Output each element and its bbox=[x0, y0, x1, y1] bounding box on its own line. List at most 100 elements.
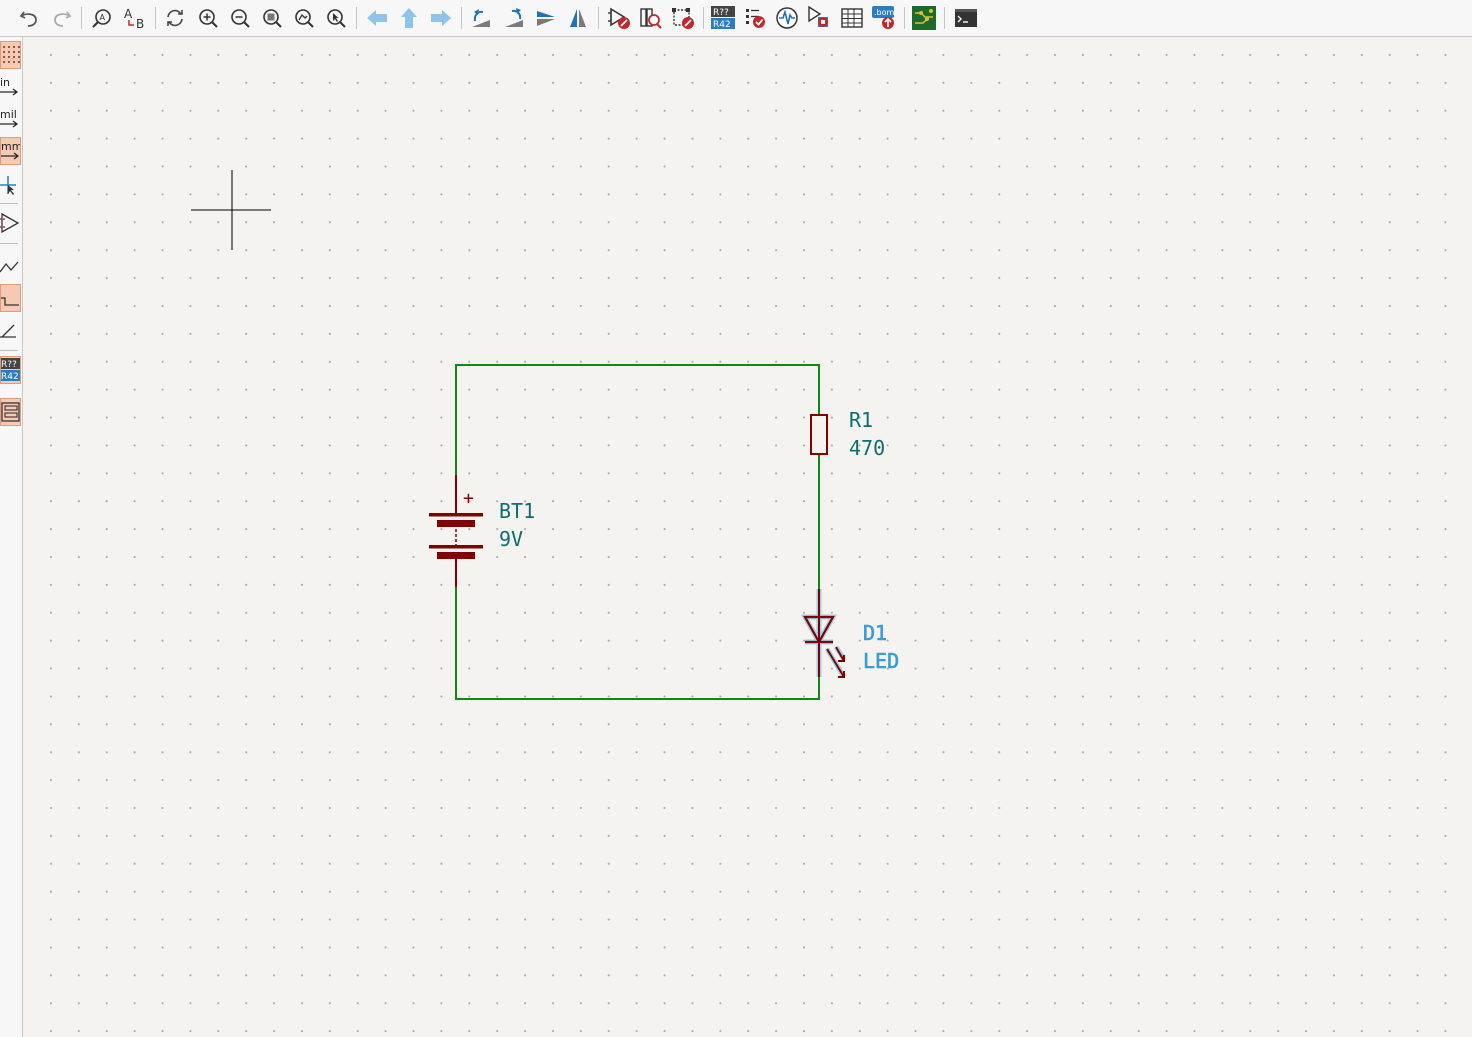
refresh-button[interactable] bbox=[162, 5, 188, 31]
zoom-out-icon bbox=[231, 9, 250, 28]
annotation-toggle-button[interactable]: R?? R42 bbox=[0, 356, 21, 384]
undo-icon bbox=[19, 11, 37, 27]
arrow-left-icon bbox=[367, 10, 387, 26]
zoom-in-button[interactable] bbox=[195, 5, 221, 31]
wire-bottom bbox=[455, 587, 820, 700]
led-reference: D1 bbox=[863, 621, 887, 645]
back-button[interactable] bbox=[364, 5, 390, 31]
redo-icon bbox=[54, 11, 72, 27]
symbol-editor-icon bbox=[608, 7, 630, 29]
svg-text:A: A bbox=[100, 13, 106, 22]
erc-icon bbox=[746, 9, 765, 28]
table-icon bbox=[841, 8, 863, 28]
battery-symbol[interactable]: + BT1 9V bbox=[429, 475, 535, 587]
zoom-selection-button[interactable] bbox=[323, 5, 349, 31]
refresh-icon bbox=[167, 9, 183, 27]
resistor-value: 470 bbox=[849, 436, 885, 460]
polarity-mark: + bbox=[463, 488, 474, 509]
svg-text:R??: R?? bbox=[713, 8, 729, 18]
forty-five-angle-icon bbox=[0, 324, 16, 338]
find-icon: A bbox=[92, 9, 111, 28]
right-angle-icon bbox=[1, 297, 19, 306]
resistor-symbol[interactable]: R1 470 bbox=[810, 408, 885, 460]
svg-text:B: B bbox=[136, 17, 144, 29]
ruler-arrow-icon bbox=[0, 120, 18, 128]
mirror-h-button[interactable] bbox=[565, 5, 591, 31]
annotate-icon: R?? R42 bbox=[711, 6, 735, 30]
battery-value: 9V bbox=[499, 527, 523, 551]
up-button[interactable] bbox=[396, 5, 422, 31]
rotate-cw-button[interactable] bbox=[501, 5, 527, 31]
open-pcb-button[interactable] bbox=[911, 5, 937, 31]
find-button[interactable]: A bbox=[89, 5, 115, 31]
led-symbol[interactable]: D1 LED bbox=[800, 589, 899, 679]
bom-icon: .bom bbox=[872, 6, 895, 29]
find-replace-button[interactable]: AB bbox=[122, 5, 148, 31]
zoom-out-button[interactable] bbox=[227, 5, 253, 31]
simulator-icon bbox=[776, 7, 798, 29]
bom-button[interactable]: .bom bbox=[871, 5, 897, 31]
toggle-grid-button[interactable] bbox=[0, 41, 21, 69]
free-angle-icon bbox=[0, 261, 19, 273]
line-mode-free-button[interactable] bbox=[0, 251, 21, 279]
battery-reference: BT1 bbox=[499, 499, 535, 523]
pcb-icon bbox=[912, 6, 936, 30]
schematic-canvas[interactable]: + BT1 9V R1 470 D1 LED bbox=[24, 37, 1472, 1037]
ruler-arrow-icon bbox=[1, 152, 19, 160]
redo-button[interactable] bbox=[49, 5, 75, 31]
line-mode-90-button[interactable] bbox=[0, 284, 21, 312]
undo-button[interactable] bbox=[16, 5, 42, 31]
forward-button[interactable] bbox=[428, 5, 454, 31]
units-mils-button[interactable]: mil bbox=[0, 105, 21, 133]
cursor-style-button[interactable] bbox=[0, 171, 21, 199]
zoom-objects-button[interactable] bbox=[291, 5, 317, 31]
annotate-button[interactable]: R?? R42 bbox=[710, 5, 736, 31]
console-icon bbox=[955, 9, 977, 27]
hierarchy-icon bbox=[1, 402, 20, 422]
erc-button[interactable] bbox=[742, 5, 768, 31]
rotate-ccw-button[interactable] bbox=[468, 5, 494, 31]
zoom-fit-icon bbox=[263, 9, 282, 28]
hierarchy-panel-button[interactable] bbox=[0, 398, 21, 426]
footprint-editor-icon bbox=[672, 8, 694, 29]
hidden-pins-icon bbox=[0, 212, 20, 234]
line-mode-45-button[interactable] bbox=[0, 316, 21, 344]
simulator-button[interactable] bbox=[774, 5, 800, 31]
assign-footprints-icon bbox=[808, 5, 828, 27]
symbol-browser-button[interactable] bbox=[638, 5, 664, 31]
svg-text:.bom: .bom bbox=[874, 8, 895, 17]
rotate-ccw-icon bbox=[472, 9, 490, 27]
assign-footprints-button[interactable] bbox=[806, 5, 832, 31]
resistor-reference: R1 bbox=[849, 408, 873, 432]
left-toolbar: in mil mm R?? R42 bbox=[0, 37, 23, 1037]
svg-text:R42: R42 bbox=[1, 372, 19, 382]
units-mm-button[interactable]: mm bbox=[0, 137, 21, 165]
arrow-right-icon bbox=[431, 10, 451, 26]
scripting-console-button[interactable] bbox=[953, 5, 979, 31]
symbol-editor-button[interactable] bbox=[606, 5, 632, 31]
symbol-browser-icon bbox=[640, 8, 662, 29]
crosshair-cursor-icon bbox=[0, 176, 16, 195]
svg-text:A: A bbox=[124, 7, 133, 21]
symbol-fields-table-button[interactable] bbox=[839, 5, 865, 31]
svg-text:R42: R42 bbox=[713, 20, 731, 30]
mirror-v-button[interactable] bbox=[533, 5, 559, 31]
zoom-in-icon bbox=[199, 9, 218, 28]
led-value: LED bbox=[863, 649, 899, 673]
find-replace-icon: AB bbox=[124, 7, 144, 29]
footprint-editor-button[interactable] bbox=[670, 5, 696, 31]
annotate-icon: R?? R42 bbox=[1, 358, 20, 382]
wire-battery-top bbox=[455, 364, 820, 475]
zoom-fit-button[interactable] bbox=[259, 5, 285, 31]
cursor-crosshair bbox=[191, 170, 271, 250]
show-pins-button[interactable] bbox=[0, 209, 21, 237]
main-toolbar: A AB R?? R42 .bom bbox=[0, 0, 1472, 37]
units-inches-button[interactable]: in bbox=[0, 73, 21, 101]
mirror-horizontal-icon bbox=[570, 9, 586, 27]
mirror-vertical-icon bbox=[537, 11, 555, 26]
rotate-cw-icon bbox=[505, 8, 523, 27]
arrow-up-icon bbox=[401, 8, 417, 28]
grid-icon bbox=[2, 45, 20, 64]
zoom-selection-icon bbox=[327, 9, 346, 28]
schematic-drawing: + BT1 9V R1 470 D1 LED bbox=[191, 170, 899, 700]
